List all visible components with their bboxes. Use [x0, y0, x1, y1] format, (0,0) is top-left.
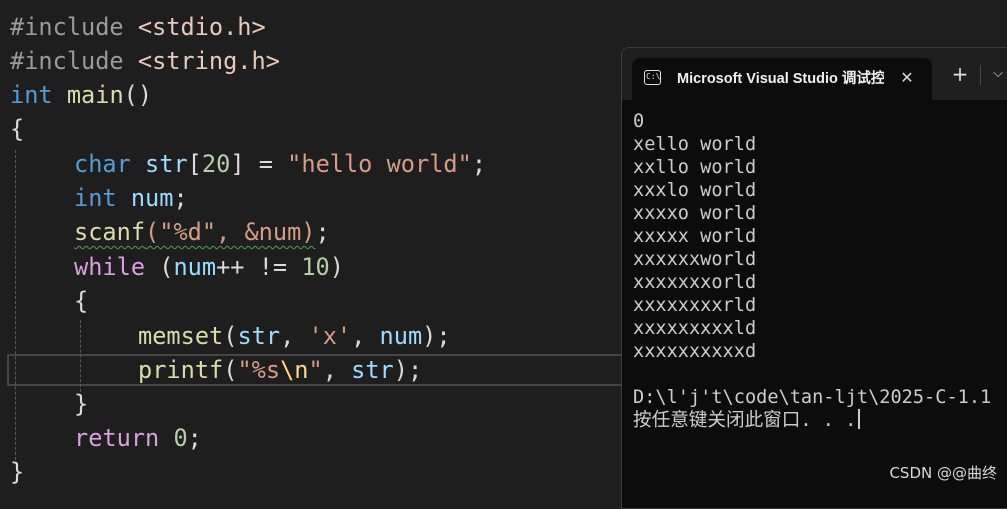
- watermark: CSDN @@曲终: [889, 464, 997, 482]
- punctuation: ;: [471, 150, 487, 178]
- punctuation: }: [10, 458, 25, 486]
- console-line: xxxxxxxxxld: [633, 318, 757, 339]
- punctuation: (): [123, 81, 153, 109]
- punctuation: ,: [322, 356, 352, 384]
- new-tab-button[interactable]: +: [948, 60, 972, 88]
- string-literal: ": [308, 356, 323, 384]
- console-prompt-line: 按任意键关闭此窗口. . .: [633, 409, 991, 432]
- code-line-3: int main(): [10, 78, 152, 112]
- code-line-5: char str[20] = "hello world";: [10, 147, 486, 181]
- console-line: xxxlo world: [633, 180, 757, 201]
- variable: str: [237, 322, 281, 350]
- char-literal: 'x': [308, 322, 352, 350]
- punctuation: ;: [173, 184, 188, 212]
- console-output[interactable]: 0 xello world xxllo world xxxlo world xx…: [633, 110, 991, 432]
- call-arguments: ("%d", &num): [145, 218, 316, 246]
- code-line-11: printf("%s\n", str);: [10, 353, 422, 387]
- variable: str: [145, 150, 188, 178]
- variable: num: [130, 184, 174, 212]
- punctuation: ,: [351, 322, 380, 350]
- tab-title: Microsoft Visual Studio 调试控制台: [677, 71, 884, 87]
- console-line: xxxxo world: [633, 203, 757, 224]
- include-path: <stdio.h>: [137, 13, 266, 41]
- punctuation: ): [329, 253, 344, 281]
- punctuation: [: [187, 150, 202, 178]
- punctuation: ;: [187, 424, 202, 452]
- keyword: return: [74, 424, 160, 452]
- console-line: xello world: [633, 134, 757, 155]
- preprocessor-token: #include: [10, 47, 124, 75]
- close-icon[interactable]: ✕: [896, 66, 918, 90]
- console-line: xxxxxxxorld: [633, 272, 757, 293]
- console-line: xxxxxxxxrld: [633, 295, 757, 316]
- function-name: memset: [138, 322, 224, 350]
- keyword: int: [74, 184, 117, 212]
- punctuation: );: [422, 322, 451, 350]
- console-line: D:\l'j't\code\tan-ljt\2025-C-1.1: [633, 387, 992, 408]
- code-line-10: memset(str, 'x', num);: [10, 319, 451, 353]
- variable: str: [351, 356, 394, 384]
- chevron-down-icon[interactable]: ⌵: [988, 60, 1007, 88]
- function-name: printf: [138, 356, 224, 384]
- code-line-2: #include <string.h>: [10, 44, 280, 78]
- warning-squiggle[interactable]: scanf("%d", &num): [74, 218, 316, 246]
- include-path: <string.h>: [137, 47, 280, 75]
- terminal-icon: C:\: [644, 70, 661, 85]
- press-any-key-prompt: 按任意键关闭此窗口. . .: [633, 410, 857, 431]
- escape-sequence: \n: [280, 356, 309, 384]
- variable: num: [173, 253, 217, 281]
- code-line-8: while (num++ != 10): [10, 250, 344, 284]
- console-tab[interactable]: C:\ Microsoft Visual Studio 调试控制台 ✕: [632, 58, 932, 100]
- punctuation: {: [74, 287, 89, 315]
- console-line: xxxxxxworld: [633, 249, 757, 270]
- keyword: while: [74, 253, 146, 281]
- console-line: xxxxxxxxxxd: [633, 341, 757, 362]
- number-literal: 20: [201, 150, 231, 178]
- punctuation: ,: [280, 322, 309, 350]
- operator: ++ !=: [216, 253, 302, 281]
- function-name: main: [66, 81, 124, 109]
- console-line: 0: [633, 111, 645, 132]
- punctuation: (: [223, 356, 238, 384]
- operator: =: [244, 150, 288, 178]
- code-line-6: int num;: [10, 181, 188, 215]
- punctuation: );: [393, 356, 423, 384]
- code-line-4: {: [10, 112, 24, 146]
- console-titlebar[interactable]: C:\ Microsoft Visual Studio 调试控制台 ✕ + ⌵: [622, 48, 1007, 100]
- code-line-13: return 0;: [10, 421, 202, 455]
- console-line: xxllo world: [633, 157, 757, 178]
- number-literal: 10: [301, 253, 330, 281]
- punctuation: {: [10, 115, 25, 143]
- string-literal: "hello world": [287, 150, 472, 178]
- console-line: xxxxx world: [633, 226, 757, 247]
- function-name: scanf: [74, 218, 146, 246]
- code-line-9: {: [10, 284, 88, 318]
- preprocessor-token: #include: [10, 13, 124, 41]
- punctuation: ;: [315, 218, 330, 246]
- code-line-7: scanf("%d", &num);: [10, 215, 330, 249]
- code-line-14: }: [10, 455, 24, 489]
- variable: num: [379, 322, 423, 350]
- punctuation: (: [145, 253, 174, 281]
- punctuation: (: [223, 322, 238, 350]
- punctuation: ]: [230, 150, 245, 178]
- number-literal: 0: [173, 424, 188, 452]
- text-cursor: [858, 409, 861, 429]
- keyword: char: [74, 150, 131, 178]
- keyword: int: [10, 81, 53, 109]
- code-line-1: #include <stdio.h>: [10, 10, 266, 44]
- code-line-12: }: [10, 387, 88, 421]
- string-literal: "%s: [237, 356, 281, 384]
- punctuation: }: [74, 390, 89, 418]
- titlebar-divider: [980, 65, 981, 85]
- debug-console-window[interactable]: C:\ Microsoft Visual Studio 调试控制台 ✕ + ⌵ …: [621, 47, 1007, 509]
